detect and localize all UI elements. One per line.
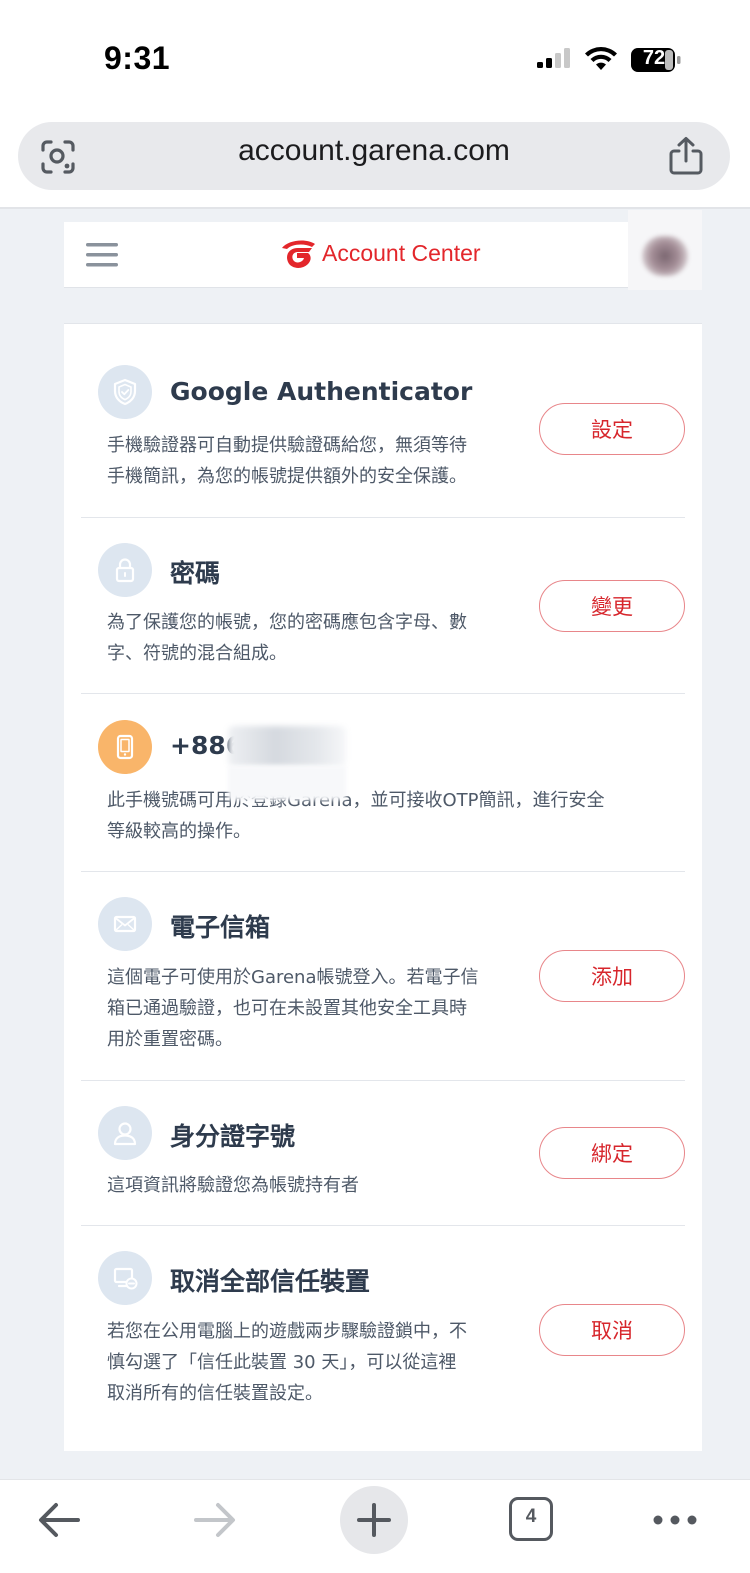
security-item-icon [98,1251,152,1305]
url-text[interactable]: account.garena.com [120,134,628,168]
add-email-button[interactable]: 添加 [539,950,685,1002]
tab-count[interactable]: 4 [509,1506,553,1528]
item-title-trusted-devices: 取消全部信任裝置 [170,1267,371,1296]
item-desc-line: 若您在公用電腦上的遊戲兩步驟驗證鎖中，不 [107,1321,467,1342]
mail-icon [113,915,137,933]
new-tab-button[interactable] [340,1486,408,1554]
item-desc-line: 這個電子可使用於Garena帳號登入。若電子信 [107,967,479,988]
phone-icon [116,734,134,760]
item-desc-line: 等級較高的操作。 [107,821,251,842]
item-desc-line: 取消所有的信任裝置設定。 [107,1383,323,1404]
item-desc-line: 此手機號碼可用於登錄Garena，並可接收OTP簡訊，進行安全 [107,790,605,811]
device-remove-icon [113,1267,138,1290]
back-arrow-icon[interactable] [36,1500,82,1540]
item-title-email: 電子信箱 [170,913,271,942]
redacted-phone-number [228,726,346,766]
change-password-button[interactable]: 變更 [539,580,685,632]
garena-logo-icon[interactable] [278,236,318,272]
item-desc-line: 手機驗證器可自動提供驗證碼給您，無須等待 [107,435,467,456]
security-item-icon [98,720,152,774]
item-desc-line: 慎勾選了「信任此裝置 30 天」，可以從這裡 [107,1352,457,1373]
item-title-password: 密碼 [170,559,221,588]
redaction-overlay [228,766,346,800]
item-desc-line: 用於重置密碼。 [107,1029,233,1050]
item-title-id-number: 身分證字號 [170,1122,296,1151]
item-desc-line: 手機簡訊，為您的帳號提供額外的安全保護。 [107,466,467,487]
status-time: 9:31 [104,40,171,76]
divider [81,517,685,518]
divider [81,871,685,872]
avatar-image[interactable] [642,236,688,276]
user-icon [113,1122,137,1146]
security-item-icon [98,543,152,597]
setup-authenticator-button[interactable]: 設定 [539,403,685,455]
cancel-trusted-devices-button[interactable]: 取消 [539,1304,685,1356]
logo-text[interactable]: Account Center [322,240,481,267]
shield-icon [113,378,137,406]
item-desc-line: 這項資訊將驗證您為帳號持有者 [107,1175,359,1196]
security-card [64,323,702,1451]
battery-level: 72 [642,47,666,69]
divider [81,1080,685,1081]
item-title-google-authenticator: Google Authenticator [170,377,473,406]
security-item-icon [98,365,152,419]
bind-id-button[interactable]: 綁定 [539,1127,685,1179]
item-desc-line: 為了保護您的帳號，您的密碼應包含字母、數 [107,612,467,633]
lens-search-icon[interactable] [40,139,76,175]
security-item-icon [98,1106,152,1160]
cellular-signal-icon [537,48,570,68]
divider [81,1225,685,1226]
item-desc-line: 箱已通過驗證，也可在未設置其他安全工具時 [107,998,467,1019]
share-icon[interactable] [668,136,704,176]
security-item-icon [98,897,152,951]
more-options-icon[interactable] [652,1510,698,1530]
divider [81,693,685,694]
plus-icon [357,1503,391,1537]
lock-icon [115,558,135,583]
item-desc-line: 字、符號的混合組成。 [107,643,287,664]
forward-arrow-icon[interactable] [192,1500,238,1540]
hamburger-menu-icon[interactable] [86,241,118,269]
wifi-icon [585,47,617,70]
